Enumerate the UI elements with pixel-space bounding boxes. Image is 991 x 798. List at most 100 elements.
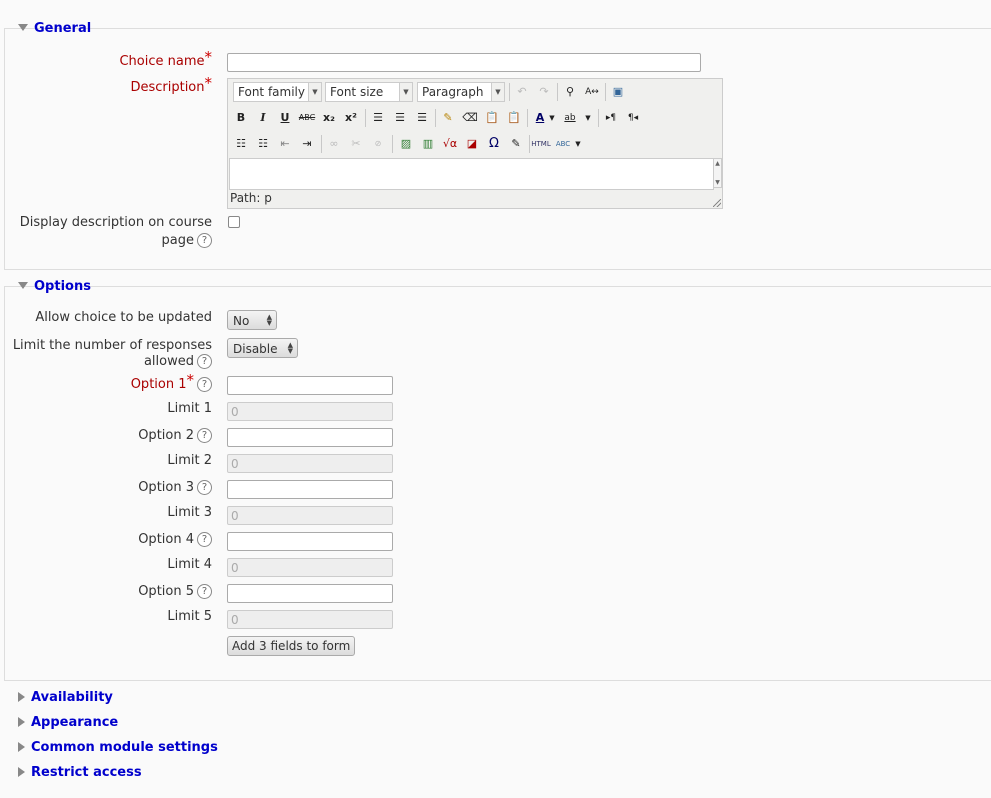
image-icon[interactable]: ▨ <box>396 134 416 154</box>
toolbar-separator <box>529 135 530 153</box>
ltr-icon[interactable]: ▸¶ <box>601 108 621 128</box>
limit-4-label: Limit 4 <box>167 557 212 572</box>
rtl-icon[interactable]: ¶◂ <box>623 108 643 128</box>
align-center-icon[interactable]: ☰ <box>390 108 410 128</box>
edit-icon[interactable]: ✎ <box>506 134 526 154</box>
option-5-label: Option 5? <box>138 584 212 600</box>
strikethrough-icon[interactable]: ABC <box>297 108 317 128</box>
expanded-arrow-icon <box>18 282 28 289</box>
limit-3-input[interactable] <box>227 506 393 525</box>
highlight-color-icon[interactable]: ab <box>560 108 580 128</box>
highlight-dropdown-icon[interactable]: ▼ <box>583 108 593 128</box>
add-fields-button[interactable]: Add 3 fields to form <box>227 636 356 656</box>
remove-format-icon[interactable]: ⌫ <box>460 108 480 128</box>
help-icon[interactable]: ? <box>197 233 212 248</box>
required-icon: * <box>204 48 213 66</box>
display-description-line2: page <box>161 233 194 248</box>
common-module-settings-section-toggle[interactable]: Common module settings <box>18 740 218 755</box>
editor-scrollbar[interactable]: ▲ ▼ <box>713 158 722 188</box>
allow-update-label: Allow choice to be updated <box>35 310 212 325</box>
link-icon[interactable]: ∞ <box>324 134 344 154</box>
description-textarea[interactable] <box>229 158 714 190</box>
help-icon[interactable]: ? <box>197 428 212 443</box>
display-description-line2-wrap: page? <box>20 233 212 249</box>
nolink-icon[interactable]: ⊘ <box>368 134 388 154</box>
font-size-select[interactable]: Font size ▼ <box>325 82 413 102</box>
option-4-input[interactable] <box>227 532 393 551</box>
subscript-icon[interactable]: x₂ <box>319 108 339 128</box>
help-icon[interactable]: ? <box>197 532 212 547</box>
toolbar-separator <box>557 83 558 101</box>
scroll-down-icon[interactable]: ▼ <box>714 179 721 186</box>
special-char-icon[interactable]: Ω <box>484 134 504 154</box>
cleanup-icon[interactable]: ✎ <box>438 108 458 128</box>
font-color-dropdown-icon[interactable]: ▼ <box>547 108 557 128</box>
display-description-checkbox[interactable] <box>228 216 240 228</box>
choice-name-label: Choice name* <box>119 49 212 70</box>
option-5-input[interactable] <box>227 584 393 603</box>
chart-icon[interactable]: ◪ <box>462 134 482 154</box>
spinner-arrows-icon: ▲ ▼ <box>266 313 272 327</box>
limit-responses-select[interactable]: Disable ▲ ▼ <box>227 338 298 358</box>
choice-name-input[interactable] <box>227 53 701 72</box>
media-icon[interactable]: ▥ <box>418 134 438 154</box>
help-icon[interactable]: ? <box>197 354 212 369</box>
align-left-icon[interactable]: ☰ <box>368 108 388 128</box>
restrict-access-section-title: Restrict access <box>31 765 142 780</box>
undo-icon[interactable]: ↶ <box>512 82 532 102</box>
option-3-text: Option 3 <box>138 480 194 495</box>
underline-icon[interactable]: U <box>275 108 295 128</box>
equation-icon[interactable]: √α <box>440 134 460 154</box>
format-select[interactable]: Paragraph ▼ <box>417 82 505 102</box>
limit-2-label: Limit 2 <box>167 453 212 468</box>
bold-icon[interactable]: B <box>231 108 251 128</box>
toolbar-separator <box>598 109 599 127</box>
find-icon[interactable]: ⚲ <box>560 82 580 102</box>
scroll-up-icon[interactable]: ▲ <box>714 160 721 167</box>
limit-5-input[interactable] <box>227 610 393 629</box>
outdent-icon[interactable]: ⇤ <box>275 134 295 154</box>
option-2-input[interactable] <box>227 428 393 447</box>
font-family-select[interactable]: Font family ▼ <box>233 82 322 102</box>
resize-handle-icon[interactable] <box>713 199 721 207</box>
italic-icon[interactable]: I <box>253 108 273 128</box>
font-family-value: Font family <box>238 85 305 99</box>
general-section-toggle[interactable]: General <box>18 21 91 36</box>
option-2-text: Option 2 <box>138 428 194 443</box>
dropdown-arrow-icon: ▼ <box>399 83 412 101</box>
limit-4-input[interactable] <box>227 558 393 577</box>
spellcheck-dropdown-icon[interactable]: ▼ <box>573 134 583 154</box>
limit-1-input[interactable] <box>227 402 393 421</box>
availability-section-toggle[interactable]: Availability <box>18 690 113 705</box>
html-source-icon[interactable]: HTML <box>531 134 551 154</box>
unlink-icon[interactable]: ✂ <box>346 134 366 154</box>
restrict-access-section-toggle[interactable]: Restrict access <box>18 765 142 780</box>
align-right-icon[interactable]: ☰ <box>412 108 432 128</box>
superscript-icon[interactable]: x² <box>341 108 361 128</box>
limit-2-input[interactable] <box>227 454 393 473</box>
redo-icon[interactable]: ↷ <box>534 82 554 102</box>
options-section-toggle[interactable]: Options <box>18 279 91 294</box>
indent-icon[interactable]: ⇥ <box>297 134 317 154</box>
numbered-list-icon[interactable]: ☷ <box>253 134 273 154</box>
common-module-settings-section-title: Common module settings <box>31 740 218 755</box>
help-icon[interactable]: ? <box>197 584 212 599</box>
paste-word-icon[interactable]: 📋 <box>504 108 524 128</box>
option-1-input[interactable] <box>227 376 393 395</box>
option-3-input[interactable] <box>227 480 393 499</box>
spellcheck-icon[interactable]: ABC <box>553 134 573 154</box>
help-icon[interactable]: ? <box>197 377 212 392</box>
replace-icon[interactable]: A↔ <box>582 82 602 102</box>
collapsed-arrow-icon <box>18 691 25 702</box>
appearance-section-toggle[interactable]: Appearance <box>18 715 118 730</box>
help-icon[interactable]: ? <box>197 480 212 495</box>
option-1-label: Option 1*? <box>131 372 212 393</box>
allow-update-select[interactable]: No ▲ ▼ <box>227 310 277 330</box>
paste-text-icon[interactable]: 📋 <box>482 108 502 128</box>
format-value: Paragraph <box>422 85 484 99</box>
option-4-text: Option 4 <box>138 532 194 547</box>
limit-responses-line2: allowed <box>143 354 194 369</box>
toolbar-separator <box>392 135 393 153</box>
bullet-list-icon[interactable]: ☷ <box>231 134 251 154</box>
fullscreen-icon[interactable]: ▣ <box>608 82 628 102</box>
